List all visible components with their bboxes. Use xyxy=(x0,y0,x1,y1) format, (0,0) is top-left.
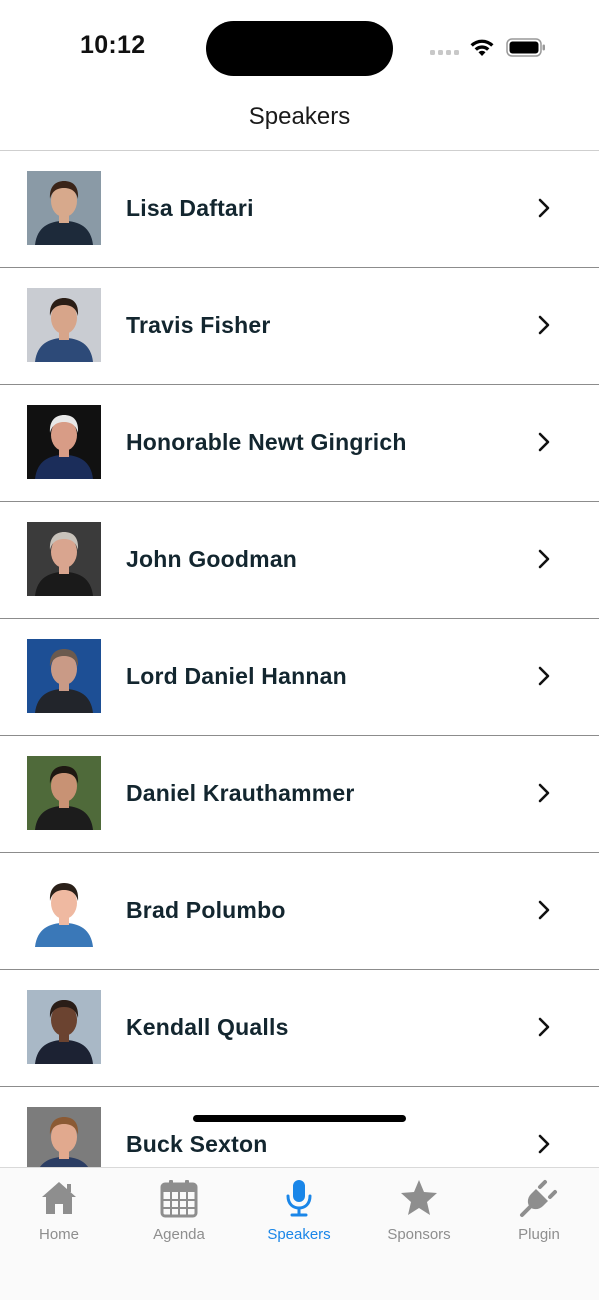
tab-label: Agenda xyxy=(153,1226,205,1243)
chevron-right-icon xyxy=(538,315,550,335)
speaker-row[interactable]: Lisa Daftari xyxy=(0,151,599,268)
chevron-right-icon xyxy=(538,1017,550,1037)
speaker-name: Brad Polumbo xyxy=(126,897,286,923)
speaker-name: Daniel Krauthammer xyxy=(126,780,355,806)
speaker-name: Buck Sexton xyxy=(126,1131,268,1157)
speaker-row[interactable]: Brad Polumbo xyxy=(0,853,599,970)
speaker-photo xyxy=(27,405,101,479)
tab-label: Speakers xyxy=(267,1226,331,1243)
speaker-photo xyxy=(27,756,101,830)
tab-sponsors[interactable]: Sponsors xyxy=(359,1176,479,1246)
tab-label: Home xyxy=(38,1226,79,1243)
speaker-row[interactable]: Travis Fisher xyxy=(0,268,599,385)
star-icon xyxy=(399,1178,439,1218)
speaker-name: Lisa Daftari xyxy=(126,195,254,221)
chevron-right-icon xyxy=(538,666,550,686)
speaker-name: Honorable Newt Gingrich xyxy=(126,429,407,455)
plug-icon xyxy=(519,1178,559,1218)
home-indicator[interactable] xyxy=(193,1115,406,1122)
cellular-signal-icon xyxy=(430,50,460,56)
wifi-icon xyxy=(470,39,494,56)
chevron-right-icon xyxy=(538,198,550,218)
speaker-name: John Goodman xyxy=(126,546,298,572)
speaker-photo xyxy=(27,1107,101,1167)
house-icon xyxy=(39,1178,79,1218)
chevron-right-icon xyxy=(538,783,550,803)
speaker-row[interactable]: Buck Sexton xyxy=(0,1087,599,1167)
tab-agenda[interactable]: Agenda xyxy=(119,1176,239,1246)
speaker-photo xyxy=(27,522,101,596)
speaker-list[interactable]: Lisa Daftari Travis Fisher Honorable Newt … xyxy=(0,151,599,1167)
chevron-right-icon xyxy=(538,1134,550,1154)
nav-header: Speakers xyxy=(0,92,599,151)
battery-icon xyxy=(506,38,545,57)
speaker-row[interactable]: Lord Daniel Hannan xyxy=(0,619,599,736)
page-title: Speakers xyxy=(248,103,351,130)
speaker-name: Travis Fisher xyxy=(126,312,271,338)
speaker-photo xyxy=(27,288,101,362)
speaker-row[interactable]: John Goodman xyxy=(0,502,599,619)
tab-label: Sponsors xyxy=(387,1226,451,1243)
chevron-right-icon xyxy=(538,432,550,452)
dynamic-island xyxy=(206,21,393,76)
status-time: 10:12 xyxy=(80,31,146,59)
microphone-icon xyxy=(279,1178,319,1218)
speaker-row[interactable]: Daniel Krauthammer xyxy=(0,736,599,853)
speaker-row[interactable]: Honorable Newt Gingrich xyxy=(0,385,599,502)
speaker-name: Lord Daniel Hannan xyxy=(126,663,347,689)
calendar-icon xyxy=(159,1178,199,1218)
tab-bar: Home Agenda Speakers Sponsors Plugin xyxy=(0,1167,599,1300)
speaker-photo xyxy=(27,171,101,245)
speaker-row[interactable]: Kendall Qualls xyxy=(0,970,599,1087)
status-bar: 10:12 xyxy=(0,0,599,92)
speaker-photo xyxy=(27,990,101,1064)
tab-home[interactable]: Home xyxy=(0,1176,119,1246)
chevron-right-icon xyxy=(538,900,550,920)
chevron-right-icon xyxy=(538,549,550,569)
speaker-photo xyxy=(27,873,101,947)
tab-label: Plugin xyxy=(518,1226,560,1243)
tab-speakers[interactable]: Speakers xyxy=(239,1176,359,1246)
speaker-name: Kendall Qualls xyxy=(126,1014,289,1040)
tab-plugin[interactable]: Plugin xyxy=(479,1176,599,1246)
speaker-photo xyxy=(27,639,101,713)
